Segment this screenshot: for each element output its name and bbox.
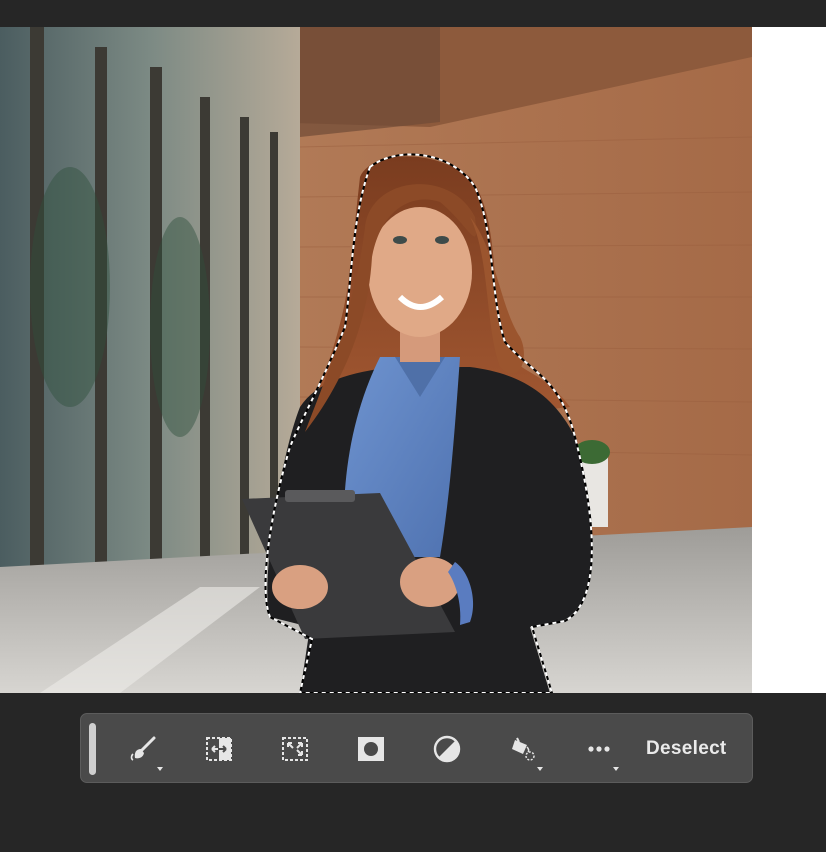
add-mask-button[interactable] bbox=[345, 724, 397, 774]
invert-selection-icon bbox=[206, 737, 232, 761]
paint-bucket-icon bbox=[512, 737, 535, 761]
mask-icon bbox=[358, 737, 384, 761]
fill-button[interactable] bbox=[497, 724, 549, 774]
adjustment-layer-button[interactable] bbox=[421, 724, 473, 774]
invert-selection-button[interactable] bbox=[193, 724, 245, 774]
canvas-white-margin bbox=[752, 27, 826, 693]
brush-refine-button[interactable] bbox=[117, 724, 169, 774]
transform-selection-icon bbox=[282, 737, 308, 761]
contextual-task-bar: Deselect bbox=[80, 713, 753, 783]
deselect-button[interactable]: Deselect bbox=[646, 732, 727, 766]
more-dots-icon bbox=[588, 746, 610, 752]
chevron-down-icon[interactable] bbox=[157, 767, 163, 771]
chevron-down-icon[interactable] bbox=[537, 767, 543, 771]
transform-selection-button[interactable] bbox=[269, 724, 321, 774]
more-options-button[interactable] bbox=[573, 724, 625, 774]
chevron-down-icon[interactable] bbox=[613, 767, 619, 771]
photo-illustration bbox=[0, 27, 752, 693]
canvas-photo[interactable] bbox=[0, 27, 752, 693]
adjustment-circle-icon bbox=[433, 735, 461, 763]
top-strip bbox=[0, 0, 826, 27]
brush-icon bbox=[130, 736, 156, 761]
drag-handle[interactable] bbox=[89, 723, 96, 775]
